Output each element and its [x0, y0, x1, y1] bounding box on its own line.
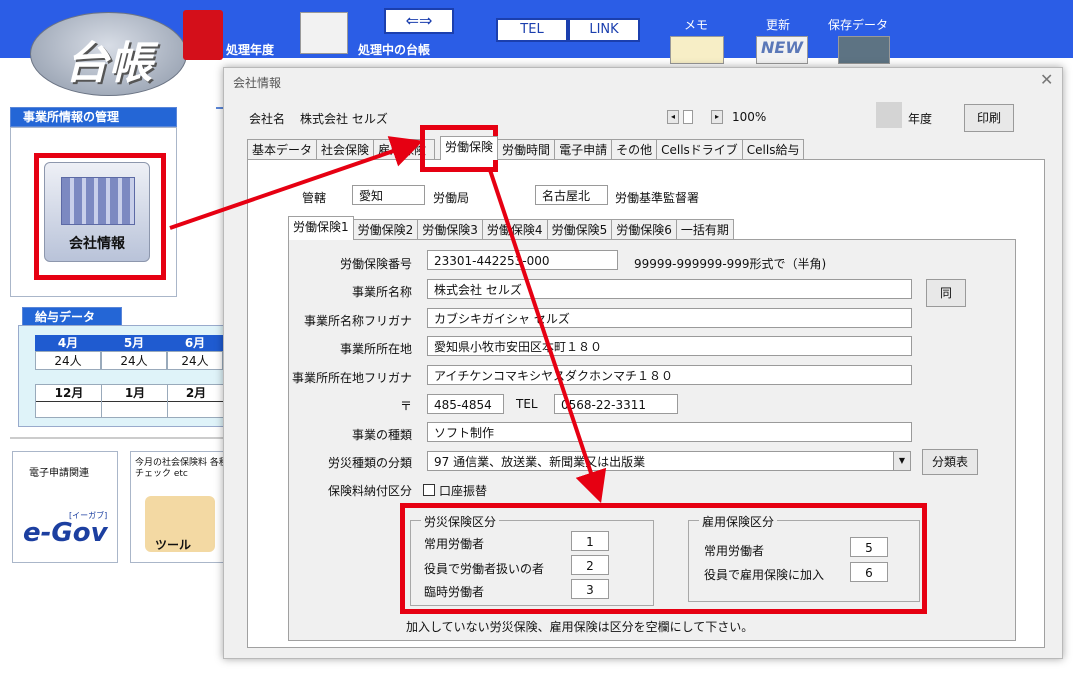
tab-labor-insurance[interactable]: 労働保険: [440, 136, 499, 160]
arrow-to-classification: [488, 169, 607, 504]
annotation-arrows: [169, 136, 607, 504]
subtab-labor-insurance-1[interactable]: 労働保険1: [288, 216, 354, 240]
